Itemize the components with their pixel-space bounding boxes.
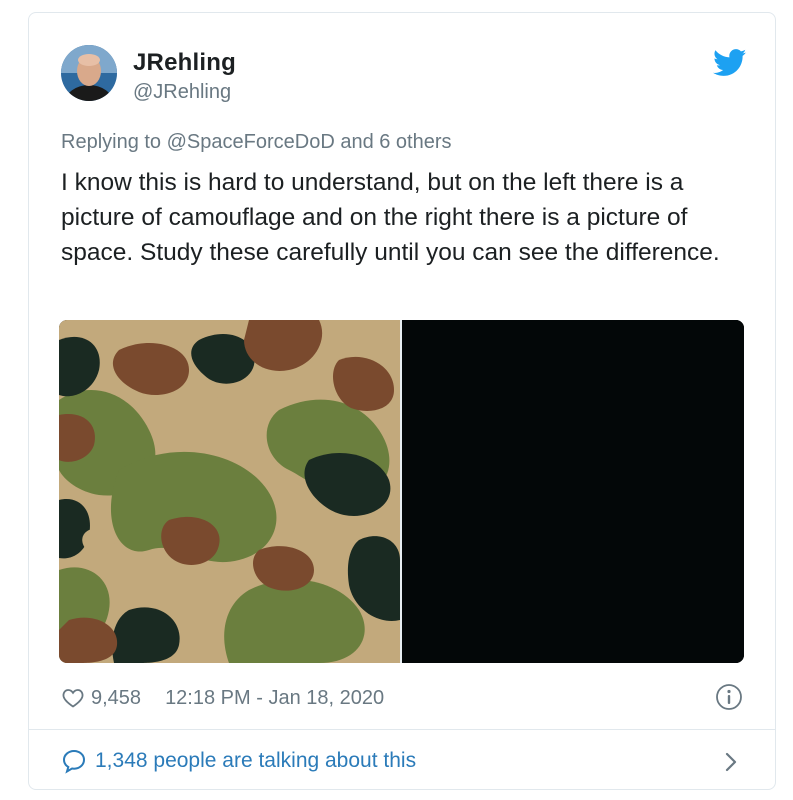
conversation-link[interactable]: 1,348 people are talking about this [61, 746, 416, 776]
tweet-media[interactable] [59, 320, 744, 663]
space-image[interactable] [402, 320, 744, 663]
avatar[interactable] [61, 45, 117, 101]
avatar-image [61, 45, 117, 101]
tweet-meta: 9,458 12:18 PM - Jan 18, 2020 [61, 683, 384, 713]
info-circle-icon[interactable] [715, 683, 743, 711]
tweet-text: I know this is hard to understand, but o… [61, 169, 720, 266]
reply-context[interactable]: Replying to @SpaceForceDoD and 6 others [61, 131, 452, 154]
tweet-card[interactable]: JRehling @JRehling Replying to @SpaceFor… [28, 12, 776, 790]
chevron-right-icon[interactable] [723, 750, 739, 774]
conversation-label: 1,348 people are talking about this [95, 749, 417, 772]
like-count[interactable]: 9,458 [91, 687, 141, 710]
divider [29, 729, 775, 730]
author-name[interactable]: JRehling [133, 49, 236, 77]
author-handle[interactable]: @JRehling [133, 81, 231, 104]
heart-outline-icon[interactable] [61, 686, 85, 710]
timestamp[interactable]: 12:18 PM - Jan 18, 2020 [165, 687, 384, 710]
camouflage-image[interactable] [59, 320, 400, 663]
speech-bubble-icon [62, 749, 86, 774]
twitter-bird-icon[interactable] [713, 49, 747, 77]
